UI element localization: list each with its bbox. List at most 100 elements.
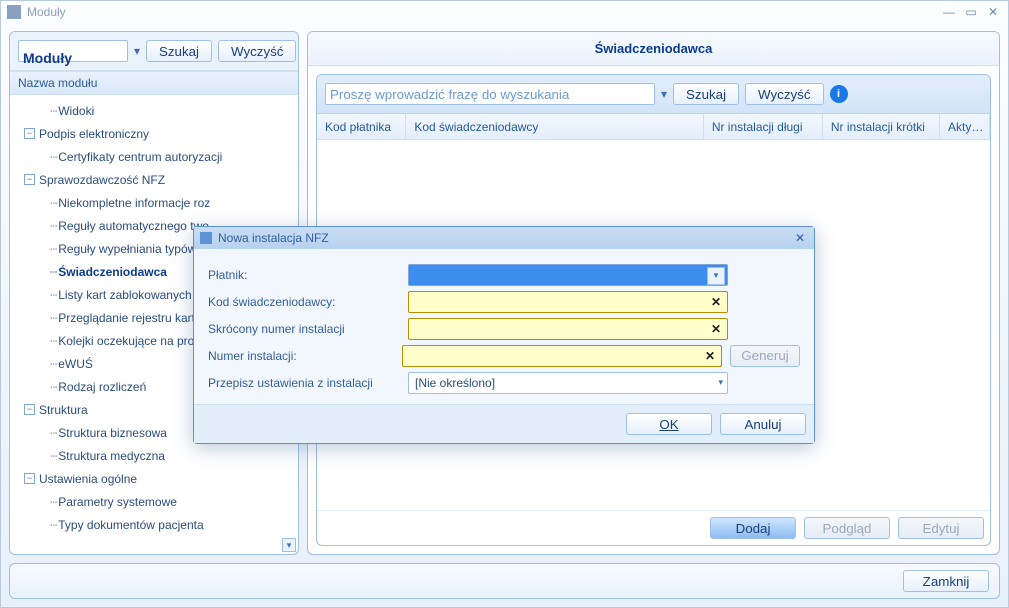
dropdown-icon[interactable]: ▾ <box>134 44 140 58</box>
maximize-button[interactable]: ▭ <box>962 5 980 19</box>
przepisz-value: [Nie określono] <box>415 376 495 390</box>
app-icon <box>7 5 21 19</box>
tree-item[interactable]: ⋯Parametry systemowe <box>10 490 298 513</box>
collapse-icon[interactable]: − <box>24 128 35 139</box>
column-header[interactable]: Kod świadczeniodawcy <box>406 114 703 139</box>
tree-connector: ⋯ <box>50 265 56 279</box>
tree-item-label: Parametry systemowe <box>58 495 177 509</box>
tree-item[interactable]: ⋯Widoki <box>10 99 298 122</box>
label-kod: Kod świadczeniodawcy: <box>208 295 408 309</box>
tree-item[interactable]: ⋯Struktura medyczna <box>10 444 298 467</box>
content-search-wrap <box>325 83 655 105</box>
close-button[interactable]: ✕ <box>984 5 1002 19</box>
tree-item-label: Typy dokumentów pacjenta <box>58 518 203 532</box>
dialog-titlebar: Nowa instalacja NFZ ✕ <box>194 227 814 249</box>
new-installation-dialog: Nowa instalacja NFZ ✕ Płatnik: ▾ Kod świ… <box>193 226 815 444</box>
module-search-button[interactable]: Szukaj <box>146 40 212 62</box>
cancel-button[interactable]: Anuluj <box>720 413 806 435</box>
tree-connector: ⋯ <box>50 334 56 348</box>
tree-connector: ⋯ <box>50 219 56 233</box>
tree-item-label: Struktura <box>39 403 88 417</box>
tree-connector: ⋯ <box>50 495 56 509</box>
tree-item[interactable]: −Ustawienia ogólne <box>10 467 298 490</box>
content-search-input[interactable] <box>325 83 655 105</box>
titlebar: Moduły — ▭ ✕ <box>1 1 1008 23</box>
tree-connector: ⋯ <box>50 426 56 440</box>
tree-connector: ⋯ <box>50 104 56 118</box>
label-platnik: Płatnik: <box>208 268 408 282</box>
tree-item-label: eWUŚ <box>58 357 93 371</box>
app-window: Moduły — ▭ ✕ Moduły ▾ Szukaj Wyczyść Naz… <box>0 0 1009 608</box>
tree-item-label: Ustawienia ogólne <box>39 472 137 486</box>
add-button[interactable]: Dodaj <box>710 517 796 539</box>
chevron-down-icon[interactable]: ▾ <box>718 377 723 388</box>
przepisz-select[interactable]: [Nie określono] ▾ <box>408 372 728 394</box>
tree-item-label: Reguły wypełniania typów i <box>58 242 202 256</box>
tree-item-label: Certyfikaty centrum autoryzacji <box>58 150 222 164</box>
edit-button[interactable]: Edytuj <box>898 517 984 539</box>
skrocony-input[interactable]: ✕ <box>408 318 728 340</box>
tree-connector: ⋯ <box>50 311 56 325</box>
tree-column-header: Nazwa modułu <box>10 71 298 95</box>
tree-connector: ⋯ <box>50 242 56 256</box>
tree-item[interactable]: −Podpis elektroniczny <box>10 122 298 145</box>
label-przepisz: Przepisz ustawienia z instalacji <box>208 376 408 390</box>
column-header[interactable]: Nr instalacji długi <box>704 114 823 139</box>
tree-item[interactable]: ⋯Niekompletne informacje roz <box>10 191 298 214</box>
tree-connector: ⋯ <box>50 288 56 302</box>
table-header: Kod płatnikaKod świadczeniodawcyNr insta… <box>317 114 990 140</box>
clear-icon[interactable]: ✕ <box>711 322 721 336</box>
clear-icon[interactable]: ✕ <box>705 349 715 363</box>
content-searchbar: ▾ Szukaj Wyczyść i <box>317 75 990 114</box>
tree-item-label: Struktura biznesowa <box>58 426 167 440</box>
scroll-down-icon[interactable]: ▾ <box>282 538 296 552</box>
minimize-button[interactable]: — <box>940 5 958 19</box>
search-dropdown-icon[interactable]: ▾ <box>661 87 667 101</box>
ok-button[interactable]: OK <box>626 413 712 435</box>
collapse-icon[interactable]: − <box>24 473 35 484</box>
column-header[interactable]: Kod płatnika <box>317 114 406 139</box>
tree-item-label: Świadczeniodawca <box>58 265 167 279</box>
tree-item[interactable]: ⋯Typy dokumentów pacjenta <box>10 513 298 536</box>
tree-item-label: Kolejki oczekujące na proced <box>58 334 213 348</box>
content-header: Świadczeniodawca <box>308 32 999 66</box>
tree-item[interactable]: ⋯Certyfikaty centrum autoryzacji <box>10 145 298 168</box>
tree-item-label: Przeglądanie rejestru kart za <box>58 311 211 325</box>
content-footer: Dodaj Podgląd Edytuj <box>317 510 990 545</box>
close-window-button[interactable]: Zamknij <box>903 570 989 592</box>
collapse-icon[interactable]: − <box>24 174 35 185</box>
tree-item-label: Listy kart zablokowanych <box>58 288 191 302</box>
tree-item-label: Podpis elektroniczny <box>39 127 149 141</box>
collapse-icon[interactable]: − <box>24 404 35 415</box>
tree-item-label: Widoki <box>58 104 94 118</box>
label-skrocony: Skrócony numer instalacji <box>208 322 408 336</box>
clear-icon[interactable]: ✕ <box>711 295 721 309</box>
body: Moduły ▾ Szukaj Wyczyść Nazwa modułu ⋯Wi… <box>1 23 1008 607</box>
generate-button[interactable]: Generuj <box>730 345 800 367</box>
column-header[interactable]: Akty… <box>940 114 990 139</box>
dialog-icon <box>200 232 212 244</box>
platnik-select[interactable]: ▾ <box>408 264 728 286</box>
tree-item-label: Reguły automatycznego two <box>58 219 209 233</box>
info-icon[interactable]: i <box>830 85 848 103</box>
tree-connector: ⋯ <box>50 449 56 463</box>
chevron-down-icon[interactable]: ▾ <box>707 267 725 285</box>
label-numer: Numer instalacji: <box>208 349 402 363</box>
numer-input[interactable]: ✕ <box>402 345 722 367</box>
kod-input[interactable]: ✕ <box>408 291 728 313</box>
tree-item[interactable]: −Sprawozdawczość NFZ <box>10 168 298 191</box>
column-header[interactable]: Nr instalacji krótki <box>823 114 940 139</box>
module-clear-button[interactable]: Wyczyść <box>218 40 296 62</box>
content-clear-button[interactable]: Wyczyść <box>745 83 823 105</box>
dialog-footer: OK Anuluj <box>194 404 814 443</box>
tree-connector: ⋯ <box>50 380 56 394</box>
preview-button[interactable]: Podgląd <box>804 517 890 539</box>
tree-connector: ⋯ <box>50 150 56 164</box>
dialog-body: Płatnik: ▾ Kod świadczeniodawcy: ✕ <box>194 249 814 404</box>
content-search-button[interactable]: Szukaj <box>673 83 739 105</box>
bottom-bar: Zamknij <box>9 563 1000 599</box>
tree-connector: ⋯ <box>50 196 56 210</box>
tree-item-label: Niekompletne informacje roz <box>58 196 210 210</box>
tree-item-label: Struktura medyczna <box>58 449 165 463</box>
dialog-close-button[interactable]: ✕ <box>792 231 808 245</box>
